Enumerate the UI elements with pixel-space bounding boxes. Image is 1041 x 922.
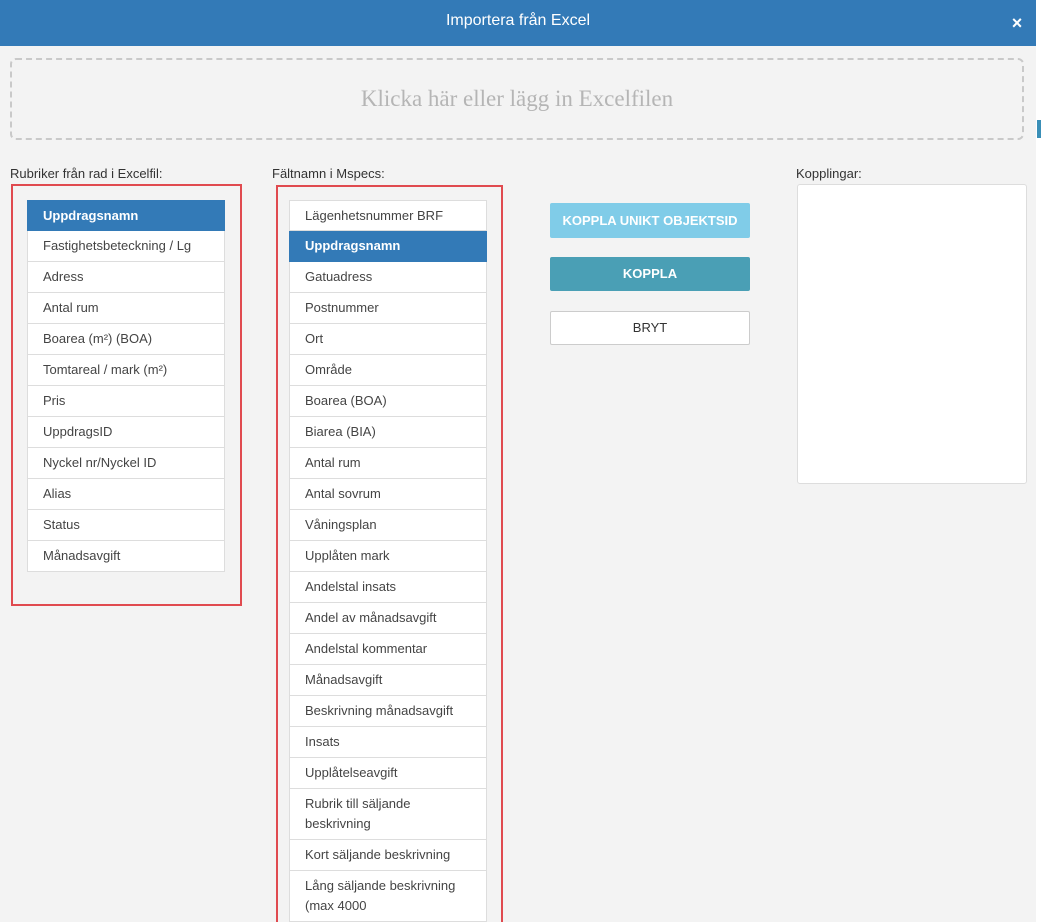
file-dropzone[interactable]: Klicka här eller lägg in Excelfilen	[10, 58, 1024, 140]
background-accent	[1037, 120, 1041, 138]
list-item[interactable]: Månadsavgift	[289, 665, 487, 696]
dialog-header: Importera från Excel ×	[0, 0, 1036, 46]
link-unique-id-button[interactable]: KOPPLA UNIKT OBJEKTSID	[550, 203, 750, 238]
import-dialog: Importera från Excel × Klicka här eller …	[0, 0, 1036, 922]
list-item[interactable]: Område	[289, 355, 487, 386]
excel-headers-label: Rubriker från rad i Excelfil:	[10, 166, 163, 181]
list-item[interactable]: Beskrivning månadsavgift	[289, 696, 487, 727]
list-item[interactable]: Adress	[27, 262, 225, 293]
list-item[interactable]: UppdragsID	[27, 417, 225, 448]
list-item[interactable]: Status	[27, 510, 225, 541]
break-button[interactable]: BRYT	[550, 311, 750, 345]
list-item[interactable]: Våningsplan	[289, 510, 487, 541]
list-item[interactable]: Andelstal insats	[289, 572, 487, 603]
list-item[interactable]: Antal rum	[27, 293, 225, 324]
list-item[interactable]: Andel av månadsavgift	[289, 603, 487, 634]
list-item[interactable]: Pris	[27, 386, 225, 417]
dropzone-text: Klicka här eller lägg in Excelfilen	[360, 86, 674, 111]
list-item[interactable]: Uppdragsnamn	[27, 200, 225, 231]
list-item[interactable]: Andelstal kommentar	[289, 634, 487, 665]
list-item[interactable]: Gatuadress	[289, 262, 487, 293]
connections-box[interactable]	[797, 184, 1027, 484]
list-item[interactable]: Biarea (BIA)	[289, 417, 487, 448]
list-item[interactable]: Alias	[27, 479, 225, 510]
list-item[interactable]: Insats	[289, 727, 487, 758]
list-item[interactable]: Nyckel nr/Nyckel ID	[27, 448, 225, 479]
list-item[interactable]: Ort	[289, 324, 487, 355]
connections-label: Kopplingar:	[796, 166, 862, 181]
list-item[interactable]: Postnummer	[289, 293, 487, 324]
close-icon[interactable]: ×	[1008, 14, 1026, 32]
list-item[interactable]: Upplåten mark	[289, 541, 487, 572]
list-item[interactable]: Antal sovrum	[289, 479, 487, 510]
list-item[interactable]: Fastighetsbeteckning / Lg	[27, 231, 225, 262]
link-button[interactable]: KOPPLA	[550, 257, 750, 291]
list-item[interactable]: Antal rum	[289, 448, 487, 479]
excel-headers-list: Uppdragsnamn Fastighetsbeteckning / Lg Adr…	[27, 200, 225, 572]
background-edge	[1036, 0, 1041, 922]
list-item[interactable]: Uppdragsnamn	[289, 231, 487, 262]
list-item[interactable]: Kort säljande beskrivning	[289, 840, 487, 871]
list-item[interactable]: Månadsavgift	[27, 541, 225, 572]
list-item[interactable]: Lång säljande beskrivning (max 4000	[289, 871, 487, 922]
list-item[interactable]: Rubrik till säljande beskrivning	[289, 789, 487, 840]
dialog-title: Importera från Excel	[445, 12, 591, 29]
list-item[interactable]: Boarea (BOA)	[289, 386, 487, 417]
mspecs-fields-label: Fältnamn i Mspecs:	[272, 166, 385, 181]
mspecs-fields-list: Lägenhetsnummer BRF Uppdragsnamn Gatuadres…	[289, 200, 487, 922]
list-item[interactable]: Lägenhetsnummer BRF	[289, 200, 487, 231]
list-item[interactable]: Boarea (m²) (BOA)	[27, 324, 225, 355]
list-item[interactable]: Upplåtelseavgift	[289, 758, 487, 789]
list-item[interactable]: Tomtareal / mark (m²)	[27, 355, 225, 386]
